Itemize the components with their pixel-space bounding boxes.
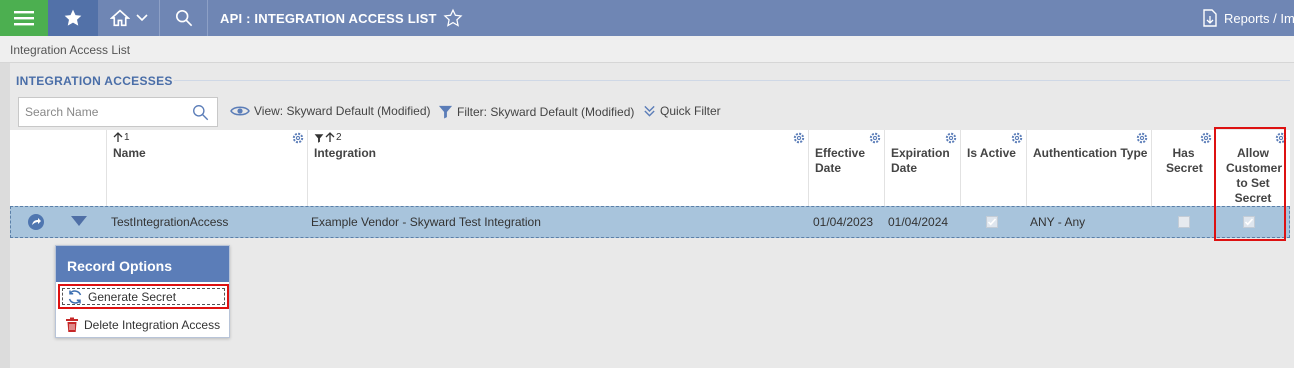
chevron-down-icon [135,14,148,22]
column-header-is-active[interactable]: Is Active [961,130,1027,206]
view-label: View: Skyward Default (Modified) [254,104,431,118]
home-icon [109,9,130,27]
open-record-icon[interactable] [27,213,45,231]
record-options-dropdown-icon[interactable] [71,216,87,227]
integration-access-grid: 1 Name 2 Integration Effective Date Expi… [10,130,1290,238]
hamburger-icon [14,11,34,26]
refresh-icon [68,289,82,304]
column-header-label: Authentication Type [1033,146,1148,160]
column-header-authentication-type[interactable]: Authentication Type [1027,130,1152,206]
reports-label: Reports / Im [1224,10,1294,26]
table-row[interactable]: TestIntegrationAccess Example Vendor - S… [10,206,1290,238]
arrow-up-icon [113,132,123,142]
filter-selector[interactable]: Filter: Skyward Default (Modified) [438,104,634,119]
search-name-box [18,97,218,127]
column-header-expiration-date[interactable]: Expiration Date [885,130,961,206]
gear-icon[interactable] [869,132,881,144]
gear-icon[interactable] [793,132,805,144]
record-options-menu: Record Options Generate Secret Delete In… [55,245,230,338]
column-header-label: Expiration Date [891,146,950,175]
cell-integration: Example Vendor - Skyward Test Integratio… [311,215,541,229]
report-icon [1203,9,1217,27]
breadcrumb[interactable]: Integration Access List [10,43,130,57]
is-active-checkbox [986,216,998,228]
home-button[interactable] [98,0,160,36]
search-name-input[interactable] [25,104,185,120]
quick-filter-label: Quick Filter [660,104,721,118]
quick-filter-toggle[interactable]: Quick Filter [643,104,721,118]
column-header-label: Effective Date [815,146,866,175]
section-divider [174,80,1290,81]
column-header-label: Is Active [967,146,1016,160]
column-header-label: Name [113,146,146,160]
cell-name: TestIntegrationAccess [111,215,229,229]
gear-icon[interactable] [1200,132,1212,144]
section-title: INTEGRATION ACCESSES [16,74,173,88]
sort-ascending-indicator: 1 [113,132,130,143]
favorite-star-outline-icon[interactable] [443,8,463,28]
cell-effective-date: 01/04/2023 [813,215,874,229]
allow-customer-column-highlight [1214,127,1286,241]
filter-label: Filter: Skyward Default (Modified) [457,104,635,119]
column-header-actions [10,130,107,206]
delete-integration-access-label: Delete Integration Access [84,317,221,332]
search-icon [175,9,192,27]
generate-secret-menu-item[interactable]: Generate Secret [58,284,229,309]
sort-order-label: 2 [336,132,342,143]
sort-ascending-indicator: 2 [314,132,342,143]
double-chevron-down-icon [644,105,655,117]
column-header-name[interactable]: 1 Name [107,130,308,206]
reports-menu[interactable]: Reports / Im [1202,0,1294,36]
page-title-area: API : INTEGRATION ACCESS LIST [220,0,463,36]
global-search-button[interactable] [160,0,208,36]
eye-icon [230,106,250,116]
checkmark-icon [987,218,997,226]
arrow-up-icon [325,132,335,142]
column-header-label: Integration [314,146,376,160]
breadcrumb-bar: Integration Access List [0,36,1294,63]
star-icon [64,9,82,26]
sort-order-label: 1 [124,132,130,143]
column-header-label: Has Secret [1166,146,1203,175]
gear-icon[interactable] [1011,132,1023,144]
column-header-integration[interactable]: 2 Integration [308,130,809,206]
delete-integration-access-menu-item[interactable]: Delete Integration Access [58,312,229,337]
filter-icon [438,105,453,119]
cell-authentication-type: ANY - Any [1030,215,1086,229]
record-options-title: Record Options [56,246,229,282]
view-selector[interactable]: View: Skyward Default (Modified) [230,104,431,118]
gear-icon[interactable] [945,132,957,144]
column-header-effective-date[interactable]: Effective Date [809,130,885,206]
column-header-has-secret[interactable]: Has Secret [1152,130,1216,206]
gear-icon[interactable] [1136,132,1148,144]
gear-icon[interactable] [292,132,304,144]
has-secret-checkbox [1178,216,1190,228]
left-panel-edge [0,63,10,368]
trash-icon [66,317,78,332]
generate-secret-label: Generate Secret [88,289,177,304]
page-title: API : INTEGRATION ACCESS LIST [220,10,437,26]
search-icon[interactable] [192,104,209,121]
cell-expiration-date: 01/04/2024 [888,215,949,229]
main-menu-button[interactable] [0,0,48,36]
filter-icon [314,133,324,143]
favorites-button[interactable] [48,0,98,36]
top-bar: API : INTEGRATION ACCESS LIST Reports / … [0,0,1294,36]
